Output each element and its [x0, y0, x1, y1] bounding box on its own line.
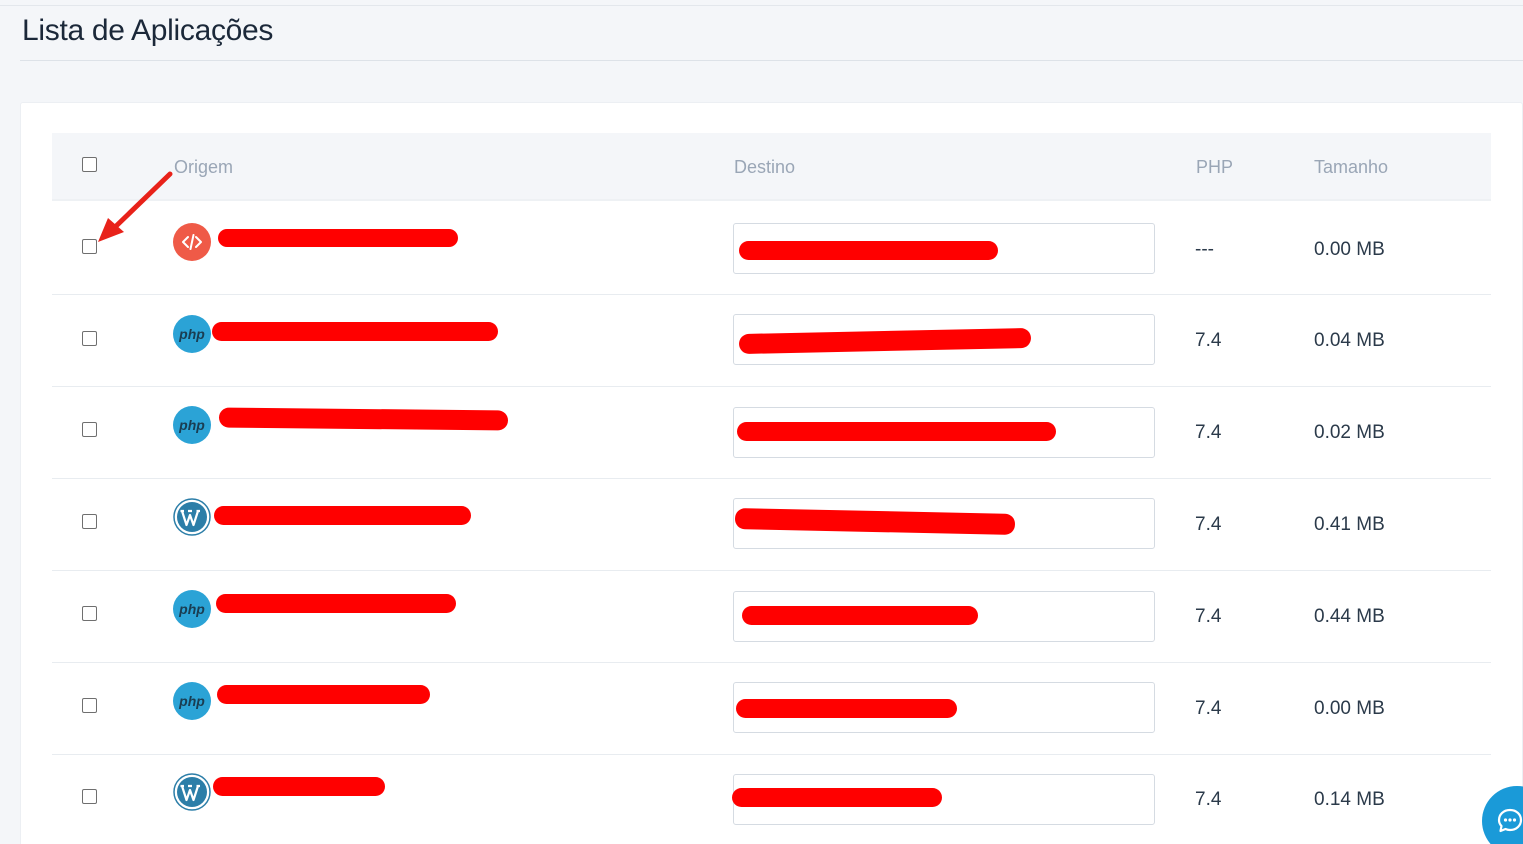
table-row[interactable]: 7.4 0.41 MB	[52, 479, 1491, 571]
annotation-arrow-icon	[98, 171, 173, 242]
row-checkbox[interactable]	[82, 789, 97, 804]
origin-redacted	[218, 407, 509, 431]
app-size: 0.00 MB	[1314, 239, 1385, 260]
destination-redacted	[742, 606, 978, 625]
destination-redacted	[732, 788, 942, 807]
page-title: Lista de Aplicações	[22, 14, 274, 47]
table-row[interactable]: php 7.4 0.04 MB	[52, 295, 1491, 387]
row-checkbox[interactable]	[82, 606, 97, 621]
php-icon: php	[173, 590, 211, 628]
table-row[interactable]: php 7.4 0.44 MB	[52, 571, 1491, 663]
app-size: 0.44 MB	[1314, 606, 1385, 627]
row-checkbox[interactable]	[82, 698, 97, 713]
php-icon: php	[173, 315, 211, 353]
wordpress-icon	[173, 773, 211, 811]
app-size: 0.04 MB	[1314, 330, 1385, 351]
origin-redacted	[213, 777, 385, 796]
php-version: 7.4	[1195, 514, 1222, 535]
table-row[interactable]: php 7.4 0.00 MB	[52, 663, 1491, 755]
row-checkbox[interactable]	[82, 422, 97, 437]
php-version: 7.4	[1195, 606, 1222, 627]
table-row[interactable]: --- 0.00 MB	[52, 203, 1491, 295]
php-version: 7.4	[1195, 422, 1222, 443]
php-version: ---	[1195, 239, 1214, 260]
origin-redacted	[212, 322, 498, 341]
php-icon: php	[173, 682, 211, 720]
app-size: 0.14 MB	[1314, 789, 1385, 810]
chat-bubble-icon	[1497, 808, 1523, 833]
destination-redacted	[736, 699, 957, 718]
origin-redacted	[214, 506, 471, 525]
table-row[interactable]: php 7.4 0.02 MB	[52, 387, 1491, 479]
destination-redacted	[739, 241, 998, 260]
row-checkbox[interactable]	[82, 514, 97, 529]
row-checkbox[interactable]	[82, 331, 97, 346]
wordpress-icon	[173, 498, 211, 536]
php-version: 7.4	[1195, 789, 1222, 810]
php-icon: php	[173, 406, 211, 444]
header-destino[interactable]: Destino	[734, 157, 795, 178]
php-version: 7.4	[1195, 330, 1222, 351]
header-origem[interactable]: Origem	[174, 157, 233, 178]
table-row[interactable]: 7.4 0.14 MB	[52, 755, 1491, 844]
table-header: Origem Destino PHP Tamanho	[52, 133, 1491, 201]
header-php[interactable]: PHP	[1196, 157, 1233, 178]
origin-redacted	[218, 229, 458, 247]
top-divider	[0, 5, 1523, 6]
app-size: 0.41 MB	[1314, 514, 1385, 535]
origin-redacted	[217, 685, 430, 704]
destination-redacted	[737, 422, 1056, 441]
origin-redacted	[216, 594, 456, 613]
app-size: 0.00 MB	[1314, 698, 1385, 719]
app-size: 0.02 MB	[1314, 422, 1385, 443]
header-tamanho[interactable]: Tamanho	[1314, 157, 1388, 178]
title-divider	[20, 60, 1523, 61]
php-version: 7.4	[1195, 698, 1222, 719]
